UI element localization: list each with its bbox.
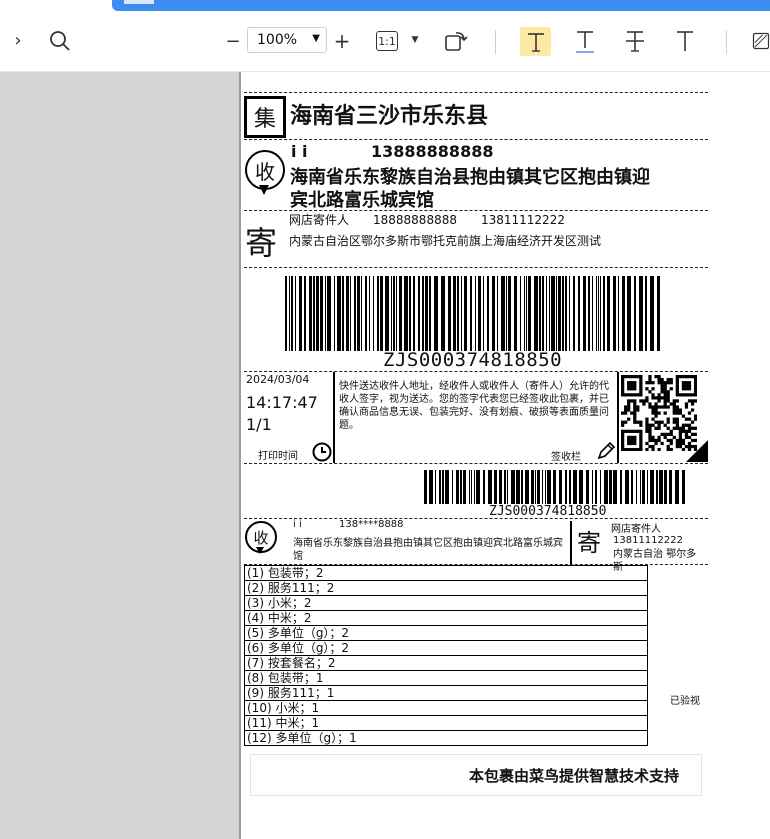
text-strikethrough-icon[interactable] (621, 27, 649, 56)
dropdown-arrow-icon: ▼ (312, 33, 320, 44)
sign-label: 签收栏 (551, 452, 581, 463)
stub-receiver-address: 海南省乐东黎族自治县抱由镇其它区抱由镇迎宾北路富乐城宾馆 (293, 538, 563, 562)
page-count: 1/1 (246, 415, 272, 434)
item-row: (11) 中米；1 (245, 716, 647, 731)
receive-icon: 收 (245, 150, 285, 190)
separator-line (244, 139, 708, 140)
toolbar: › − 100% ▼ + 1:1 ▼ (0, 12, 770, 72)
pin-tip-icon (259, 185, 269, 195)
item-row: (5) 多单位（g）；2 (245, 626, 647, 641)
column-divider (617, 372, 619, 463)
text-highlight-icon[interactable] (520, 27, 551, 56)
item-row: (7) 按套餐名；2 (245, 656, 647, 671)
separator-line (244, 267, 708, 268)
inspected-label: 已验视 (670, 696, 700, 707)
column-divider (333, 372, 335, 463)
column-divider (570, 521, 572, 565)
delivery-notice: 快件送达收件人地址，经收件人或收件人（寄件人）允许的代收人签字，视为送达。您的签… (339, 381, 609, 431)
separator-line (244, 92, 708, 93)
sender-address: 内蒙古自治区鄂尔多斯市鄂托克前旗上海庙经济开发区测试 (289, 234, 602, 248)
item-row: (3) 小米；2 (245, 596, 647, 611)
sender-line: 网店寄件人 18888888888 13811112222 (289, 213, 565, 227)
receiver-phone: 13888888888 (371, 142, 494, 161)
print-time: 14:17:47 (246, 393, 318, 412)
actual-size-button[interactable]: 1:1 (376, 31, 398, 51)
chevron-right-icon[interactable]: › (8, 28, 28, 52)
actual-size-dropdown-icon[interactable]: ▼ (408, 32, 422, 48)
text-insert-icon[interactable] (671, 27, 699, 56)
zoom-value: 100% (257, 32, 298, 48)
search-icon[interactable] (47, 28, 73, 54)
tracking-number-small: ZJS000374818850 (489, 504, 607, 519)
receiver-address-line2: 宾北路富乐城宾馆 (290, 190, 434, 211)
barcode-main (285, 276, 660, 351)
separator-line (244, 518, 708, 519)
print-time-label: 打印时间 (258, 451, 298, 462)
footer-box: 本包裹由菜鸟提供智慧技术支持 (250, 754, 702, 796)
corner-fold-icon (686, 440, 708, 462)
item-row: (6) 多单位（g）；2 (245, 641, 647, 656)
footer-text: 本包裹由菜鸟提供智慧技术支持 (468, 766, 679, 785)
separator-line (244, 463, 708, 464)
item-row: (10) 小米；1 (245, 701, 647, 716)
stub-receiver-name: i i (293, 519, 302, 530)
barcode-small (424, 470, 685, 504)
rotate-icon[interactable] (442, 27, 470, 55)
receiver-name: i i (291, 142, 308, 161)
items-table: (1) 包装带；2 (2) 服务111；2 (3) 小米；2 (4) 中米；2 (5) … (244, 565, 648, 746)
toolbar-divider (495, 30, 496, 54)
dist-icon: 集 (244, 96, 286, 138)
document-page: 集 海南省三沙市乐东县 收 i i 13888888888 海南省乐东黎族自治县… (239, 72, 770, 839)
stub-sender-phone: 13811112222 (613, 535, 683, 546)
zoom-in-button[interactable]: + (333, 28, 351, 54)
send-icon: 寄 (245, 224, 278, 262)
send-icon-small: 寄 (577, 529, 601, 557)
item-row: (4) 中米；2 (245, 611, 647, 626)
stub-receiver-phone: 138****8888 (339, 519, 404, 530)
dest-region: 海南省三沙市乐东县 (290, 104, 489, 129)
item-row: (8) 包装带；1 (245, 671, 647, 686)
item-row: (12) 多单位（g）；1 (247, 731, 357, 745)
stub-sender-name: 网店寄件人 (611, 524, 661, 535)
pin-tip-icon (256, 547, 264, 554)
zoom-out-button[interactable]: − (224, 28, 242, 54)
active-tab-bar[interactable] (112, 0, 770, 11)
print-date: 2024/03/04 (246, 373, 310, 386)
area-highlight-icon[interactable] (752, 29, 770, 53)
zoom-select[interactable]: 100% ▼ (247, 27, 327, 53)
tracking-number: ZJS000374818850 (383, 349, 563, 371)
separator-line (244, 371, 708, 372)
toolbar-divider (726, 30, 727, 54)
tab-chip (124, 0, 154, 4)
thumbnail-pane (0, 72, 237, 839)
item-row: (9) 服务111；1 (245, 686, 647, 701)
text-underline-icon[interactable] (571, 27, 599, 56)
item-row: (2) 服务111；2 (245, 581, 647, 596)
item-row: (1) 包装带；2 (245, 566, 647, 581)
